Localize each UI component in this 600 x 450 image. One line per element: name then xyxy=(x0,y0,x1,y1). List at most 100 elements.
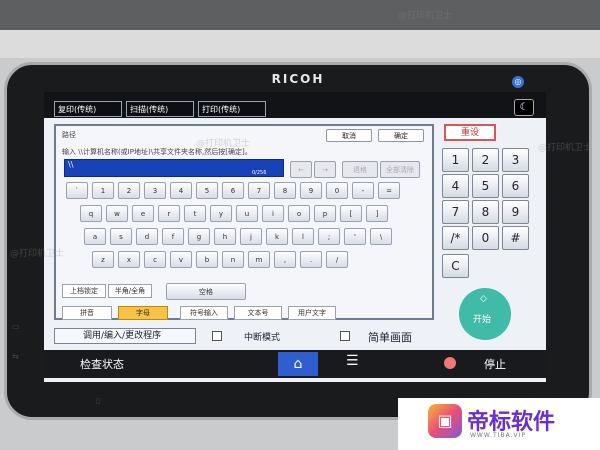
key-l[interactable]: l xyxy=(292,228,314,245)
numpad-5[interactable]: 5 xyxy=(472,174,499,198)
key-semicolon[interactable]: ; xyxy=(318,228,340,245)
key-backslash[interactable]: \ xyxy=(370,228,392,245)
numpad-7[interactable]: 7 xyxy=(442,200,469,224)
key-comma[interactable]: , xyxy=(274,251,296,268)
start-label: 开始 xyxy=(473,315,492,325)
text-number-button[interactable]: 文本号 xyxy=(234,306,282,320)
numpad-slash-star[interactable]: /* xyxy=(442,226,469,250)
key-period[interactable]: . xyxy=(300,251,322,268)
menu-icon[interactable]: ☰ xyxy=(346,353,359,369)
key-7[interactable]: 7 xyxy=(248,182,270,199)
cursor-right-key[interactable]: → xyxy=(314,161,336,178)
key-a[interactable]: a xyxy=(84,228,106,245)
numpad-8[interactable]: 8 xyxy=(472,200,499,224)
key-j[interactable]: j xyxy=(240,228,262,245)
key-k[interactable]: k xyxy=(266,228,288,245)
key-x[interactable]: x xyxy=(118,251,140,268)
interrupt-checkbox[interactable] xyxy=(212,331,222,341)
backspace-key[interactable]: 退格 xyxy=(342,161,378,178)
input-char-counter: 0/256 xyxy=(252,170,267,176)
key-y[interactable]: y xyxy=(210,205,232,222)
key-left-bracket[interactable]: [ xyxy=(340,205,362,222)
symbol-input-button[interactable]: 符号输入 xyxy=(180,306,228,320)
simple-screen-label: 简单画面 xyxy=(368,331,412,344)
numpad-6[interactable]: 6 xyxy=(502,174,529,198)
half-full-width-button[interactable]: 半角/全角 xyxy=(108,284,152,298)
program-button[interactable]: 调用/编入/更改程序 xyxy=(54,328,196,344)
pinyin-button[interactable]: 拼音 xyxy=(62,306,112,320)
key-b[interactable]: b xyxy=(196,251,218,268)
numpad-clear[interactable]: C xyxy=(442,254,469,278)
transfer-icon[interactable]: ⇆ xyxy=(12,352,24,362)
tab-print[interactable]: 打印(传统) xyxy=(198,101,266,117)
key-h[interactable]: h xyxy=(214,228,236,245)
tab-scan[interactable]: 扫描(传统) xyxy=(126,101,194,117)
energy-saver-moon-icon[interactable]: ☾ xyxy=(514,99,534,116)
key-t[interactable]: t xyxy=(184,205,206,222)
numpad-0[interactable]: 0 xyxy=(472,226,499,250)
key-5[interactable]: 5 xyxy=(196,182,218,199)
key-o[interactable]: o xyxy=(288,205,310,222)
key-e[interactable]: e xyxy=(132,205,154,222)
watermark-text: @打印机卫士 xyxy=(398,11,453,21)
key-slash[interactable]: / xyxy=(326,251,348,268)
key-4[interactable]: 4 xyxy=(170,182,192,199)
numpad-1[interactable]: 1 xyxy=(442,148,469,172)
numpad-3[interactable]: 3 xyxy=(502,148,529,172)
watermark-text: @打印机卫士 xyxy=(196,139,251,149)
key-v[interactable]: v xyxy=(170,251,192,268)
check-status-button[interactable]: 检查状态 xyxy=(80,356,124,372)
key-g[interactable]: g xyxy=(188,228,210,245)
path-input-field[interactable] xyxy=(64,159,284,177)
key-i[interactable]: i xyxy=(262,205,284,222)
numpad-2[interactable]: 2 xyxy=(472,148,499,172)
user-text-button[interactable]: 用户文字 xyxy=(288,306,336,320)
key-6[interactable]: 6 xyxy=(222,182,244,199)
key-p[interactable]: p xyxy=(314,205,336,222)
key-s[interactable]: s xyxy=(110,228,132,245)
key-f[interactable]: f xyxy=(162,228,184,245)
letters-button[interactable]: 字母 xyxy=(118,306,168,320)
login-icon[interactable]: ▭ xyxy=(12,322,24,332)
key-9[interactable]: 9 xyxy=(300,182,322,199)
key-q[interactable]: q xyxy=(80,205,102,222)
brand-url: WWW.TIBA.VIP xyxy=(470,432,526,439)
key-right-bracket[interactable]: ] xyxy=(366,205,388,222)
key-n[interactable]: n xyxy=(222,251,244,268)
key-minus[interactable]: - xyxy=(352,182,374,199)
numpad-4[interactable]: 4 xyxy=(442,174,469,198)
key-z[interactable]: z xyxy=(92,251,114,268)
space-key[interactable]: 空格 xyxy=(166,283,246,300)
start-diamond-icon: ◇ xyxy=(480,294,487,304)
ok-button[interactable]: 确定 xyxy=(378,129,424,142)
key-equals[interactable]: = xyxy=(378,182,400,199)
key-d[interactable]: d xyxy=(136,228,158,245)
stop-icon[interactable] xyxy=(444,357,456,369)
numpad-9[interactable]: 9 xyxy=(502,200,529,224)
cancel-button[interactable]: 取消 xyxy=(326,129,372,142)
key-8[interactable]: 8 xyxy=(274,182,296,199)
key-0[interactable]: 0 xyxy=(326,182,348,199)
key-c[interactable]: c xyxy=(144,251,166,268)
key-m[interactable]: m xyxy=(248,251,270,268)
key-u[interactable]: u xyxy=(236,205,258,222)
key-2[interactable]: 2 xyxy=(118,182,140,199)
key-w[interactable]: w xyxy=(106,205,128,222)
key-1[interactable]: 1 xyxy=(92,182,114,199)
ricoh-logo: RICOH xyxy=(271,72,325,86)
key-3[interactable]: 3 xyxy=(144,182,166,199)
brand-logo-icon: ▣ xyxy=(428,404,462,438)
interrupt-label: 中断模式 xyxy=(244,333,281,343)
home-icon[interactable]: ⌂ xyxy=(278,352,318,376)
tab-copy[interactable]: 复印(传统) xyxy=(54,101,122,117)
simple-screen-checkbox[interactable] xyxy=(340,331,350,341)
key-r[interactable]: r xyxy=(158,205,180,222)
reset-button[interactable]: 重设 xyxy=(444,124,496,141)
shift-lock-button[interactable]: 上档锁定 xyxy=(62,284,106,298)
key-backtick[interactable]: ` xyxy=(66,182,88,199)
key-quote[interactable]: ' xyxy=(344,228,366,245)
stop-button[interactable]: 停止 xyxy=(484,356,506,372)
cursor-left-key[interactable]: ← xyxy=(290,161,312,178)
numpad-hash[interactable]: # xyxy=(502,226,529,250)
clear-all-key[interactable]: 全部清除 xyxy=(380,161,420,178)
